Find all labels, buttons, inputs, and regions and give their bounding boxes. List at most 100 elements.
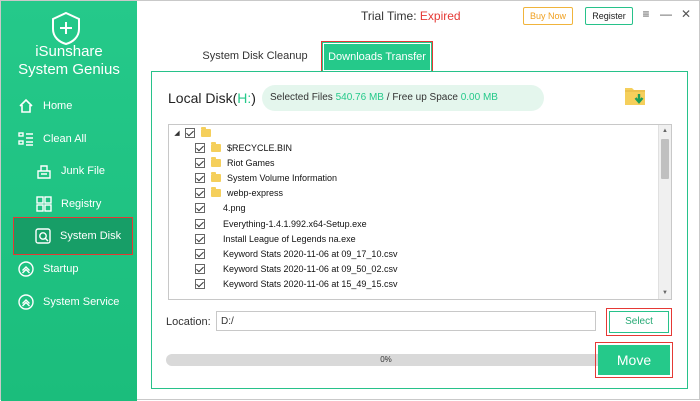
checkbox[interactable]: [195, 218, 205, 229]
tab-system-disk-cleanup[interactable]: System Disk Cleanup: [198, 41, 312, 71]
tree-row[interactable]: System Volume Information: [195, 170, 337, 185]
sidebar-item-label: Junk File: [61, 165, 106, 177]
size-summary: Selected Files 540.76 MB / Free up Space…: [262, 85, 544, 111]
selected-files-value: 540.76 MB: [335, 92, 384, 103]
tree-row[interactable]: webp-express: [195, 186, 283, 201]
startup-icon: [17, 260, 35, 278]
free-up-label: Free up Space: [392, 92, 458, 103]
close-icon[interactable]: ✕: [679, 7, 693, 21]
checkbox[interactable]: [195, 172, 205, 183]
junk-file-icon: [35, 162, 53, 180]
buy-now-button[interactable]: Buy Now: [523, 7, 573, 25]
brand-name: iSunshare System Genius: [1, 43, 137, 79]
checkbox[interactable]: [195, 248, 205, 259]
sidebar-item-startup[interactable]: Startup: [1, 255, 137, 283]
minimize-icon[interactable]: —: [659, 7, 673, 21]
checkbox[interactable]: [195, 142, 205, 153]
sidebar: iSunshare System Genius Home Clean All J…: [1, 1, 137, 401]
folder-icon: [201, 126, 211, 137]
sidebar-item-label: System Disk: [60, 230, 122, 242]
sidebar-item-system-service[interactable]: System Service: [1, 288, 137, 316]
folder-icon: [211, 141, 221, 152]
tab-downloads-transfer[interactable]: Downloads Transfer: [321, 41, 433, 73]
tree-root[interactable]: ◢: [173, 125, 211, 140]
tree-row[interactable]: Keyword Stats 2020-11-06 at 15_49_15.csv: [195, 277, 397, 292]
sidebar-item-system-disk[interactable]: System Disk: [13, 217, 133, 255]
separator: /: [386, 92, 390, 103]
folder-icon: [211, 156, 221, 167]
location-input[interactable]: [216, 311, 596, 331]
disk-title: Local Disk(H:): [168, 90, 256, 106]
tree-item-name: Install League of Legends na.exe: [223, 233, 356, 244]
checkbox[interactable]: [195, 157, 205, 168]
progress-bar: 0%: [166, 354, 606, 366]
progress-text: 0%: [380, 355, 392, 364]
tab-label: Downloads Transfer: [323, 43, 431, 71]
system-disk-icon: [34, 227, 52, 245]
scrollbar[interactable]: ▲ ▼: [658, 125, 671, 299]
sidebar-item-label: Home: [43, 100, 73, 112]
menu-icon[interactable]: ≡: [639, 7, 653, 21]
app-window: iSunshare System Genius Home Clean All J…: [0, 0, 700, 401]
tree-row[interactable]: Keyword Stats 2020-11-06 at 09_17_10.csv: [195, 246, 397, 261]
trial-label: Trial Time:: [361, 9, 417, 23]
checkbox[interactable]: [185, 127, 195, 138]
trial-status: Expired: [419, 9, 461, 23]
scroll-down-icon[interactable]: ▼: [659, 287, 671, 299]
free-up-value: 0.00 MB: [460, 92, 498, 103]
sidebar-item-home[interactable]: Home: [1, 92, 137, 120]
folder-icon: [211, 187, 221, 198]
tree-item-name: Keyword Stats 2020-11-06 at 09_50_02.csv: [223, 264, 398, 275]
tree-row[interactable]: Riot Games: [195, 155, 275, 170]
tree-row[interactable]: 4.png: [195, 201, 246, 216]
select-button-label: Select: [609, 311, 669, 333]
disk-prefix: Local Disk(: [168, 90, 238, 106]
checkbox[interactable]: [195, 279, 205, 290]
tree-item-name: webp-express: [227, 188, 284, 199]
downloads-transfer-panel: Local Disk(H:) Selected Files 540.76 MB …: [151, 71, 688, 389]
sidebar-item-label: Registry: [61, 198, 102, 210]
folder-icon: [211, 171, 221, 182]
tree-row[interactable]: Everything-1.4.1.992.x64-Setup.exe: [195, 216, 367, 231]
sidebar-item-label: System Service: [43, 296, 120, 308]
checkbox[interactable]: [195, 203, 205, 214]
tree-row[interactable]: $RECYCLE.BIN: [195, 140, 292, 155]
move-button[interactable]: Move: [595, 342, 673, 378]
tree-item-name: Riot Games: [227, 157, 275, 168]
sidebar-item-junk-file[interactable]: Junk File: [1, 157, 137, 185]
system-service-icon: [17, 293, 35, 311]
select-button[interactable]: Select: [606, 308, 672, 336]
download-folder-icon[interactable]: [624, 82, 648, 108]
sidebar-item-clean-all[interactable]: Clean All: [1, 125, 137, 153]
register-button[interactable]: Register: [585, 7, 633, 25]
registry-icon: [35, 195, 53, 213]
tree-item-name: Keyword Stats 2020-11-06 at 15_49_15.csv: [223, 279, 398, 290]
checkbox[interactable]: [195, 233, 205, 244]
scroll-thumb[interactable]: [661, 139, 669, 179]
clean-all-icon: [17, 130, 35, 148]
location-label: Location:: [166, 316, 211, 328]
tree-row[interactable]: Install League of Legends na.exe: [195, 231, 356, 246]
file-tree: ◢ $RECYCLE.BIN Riot Games System Volume In…: [168, 124, 672, 300]
logo-icon: [52, 11, 80, 45]
tree-item-name: $RECYCLE.BIN: [227, 142, 293, 153]
collapse-icon[interactable]: ◢: [173, 129, 181, 137]
home-icon: [17, 97, 35, 115]
tree-item-name: Keyword Stats 2020-11-06 at 09_17_10.csv: [223, 248, 398, 259]
brand-line-1: iSunshare: [35, 43, 103, 60]
disk-letter: H:: [237, 90, 252, 106]
sidebar-item-label: Clean All: [43, 133, 87, 145]
disk-suffix: ): [251, 90, 256, 106]
trial-time: Trial Time: Expired: [361, 9, 461, 23]
checkbox[interactable]: [195, 264, 205, 275]
move-button-label: Move: [598, 345, 670, 375]
tree-row[interactable]: Keyword Stats 2020-11-06 at 09_50_02.csv: [195, 262, 397, 277]
tree-item-name: Everything-1.4.1.992.x64-Setup.exe: [223, 218, 367, 229]
scroll-up-icon[interactable]: ▲: [659, 125, 671, 137]
checkbox[interactable]: [195, 188, 205, 199]
tree-item-name: 4.png: [223, 203, 246, 214]
sidebar-item-registry[interactable]: Registry: [1, 190, 137, 218]
selected-files-label: Selected Files: [270, 92, 333, 103]
tree-item-name: System Volume Information: [227, 172, 338, 183]
brand-line-2: System Genius: [18, 61, 120, 78]
